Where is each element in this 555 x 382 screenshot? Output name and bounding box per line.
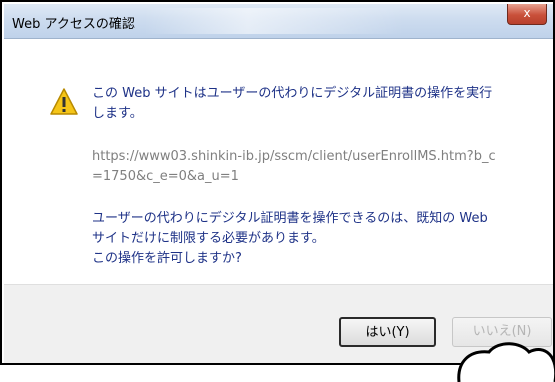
warning-icon xyxy=(50,88,78,115)
message-line-1: この Web サイトはユーザーの代わりにデジタル証明書の操作を実行 xyxy=(92,86,493,101)
warning-message: この Web サイトはユーザーの代わりにデジタル証明書の操作を実行 します。 xyxy=(92,84,532,124)
callout-bubble xyxy=(457,342,555,382)
window-title: Web アクセスの確認 xyxy=(12,17,135,32)
title-bar-glass xyxy=(144,8,404,34)
yes-button[interactable]: はい(Y) xyxy=(339,317,436,347)
message-line-2: します。 xyxy=(92,106,143,121)
message-line-5: この操作を許可しますか? xyxy=(92,251,242,266)
title-bar[interactable]: Web アクセスの確認 x xyxy=(4,4,553,39)
permission-question: ユーザーの代わりにデジタル証明書を操作できるのは、既知の Web サイトだけに制… xyxy=(92,209,532,269)
screenshot-frame: Web アクセスの確認 x この Web サイトはユーザーの代わりにデジタル証明… xyxy=(0,0,555,365)
site-url: https://www03.shinkin-ib.jp/sscm/client/… xyxy=(92,147,532,187)
url-line-1: https://www03.shinkin-ib.jp/sscm/client/… xyxy=(92,149,496,164)
web-access-confirm-dialog: Web アクセスの確認 x この Web サイトはユーザーの代わりにデジタル証明… xyxy=(4,4,553,363)
message-line-4: サイトだけに制限する必要があります。 xyxy=(92,231,325,246)
close-button[interactable]: x xyxy=(507,4,547,25)
message-line-3: ユーザーの代わりにデジタル証明書を操作できるのは、既知の Web xyxy=(92,211,488,226)
url-line-2: =1750&c_e=0&a_u=1 xyxy=(92,169,239,184)
close-icon: x xyxy=(523,6,531,20)
